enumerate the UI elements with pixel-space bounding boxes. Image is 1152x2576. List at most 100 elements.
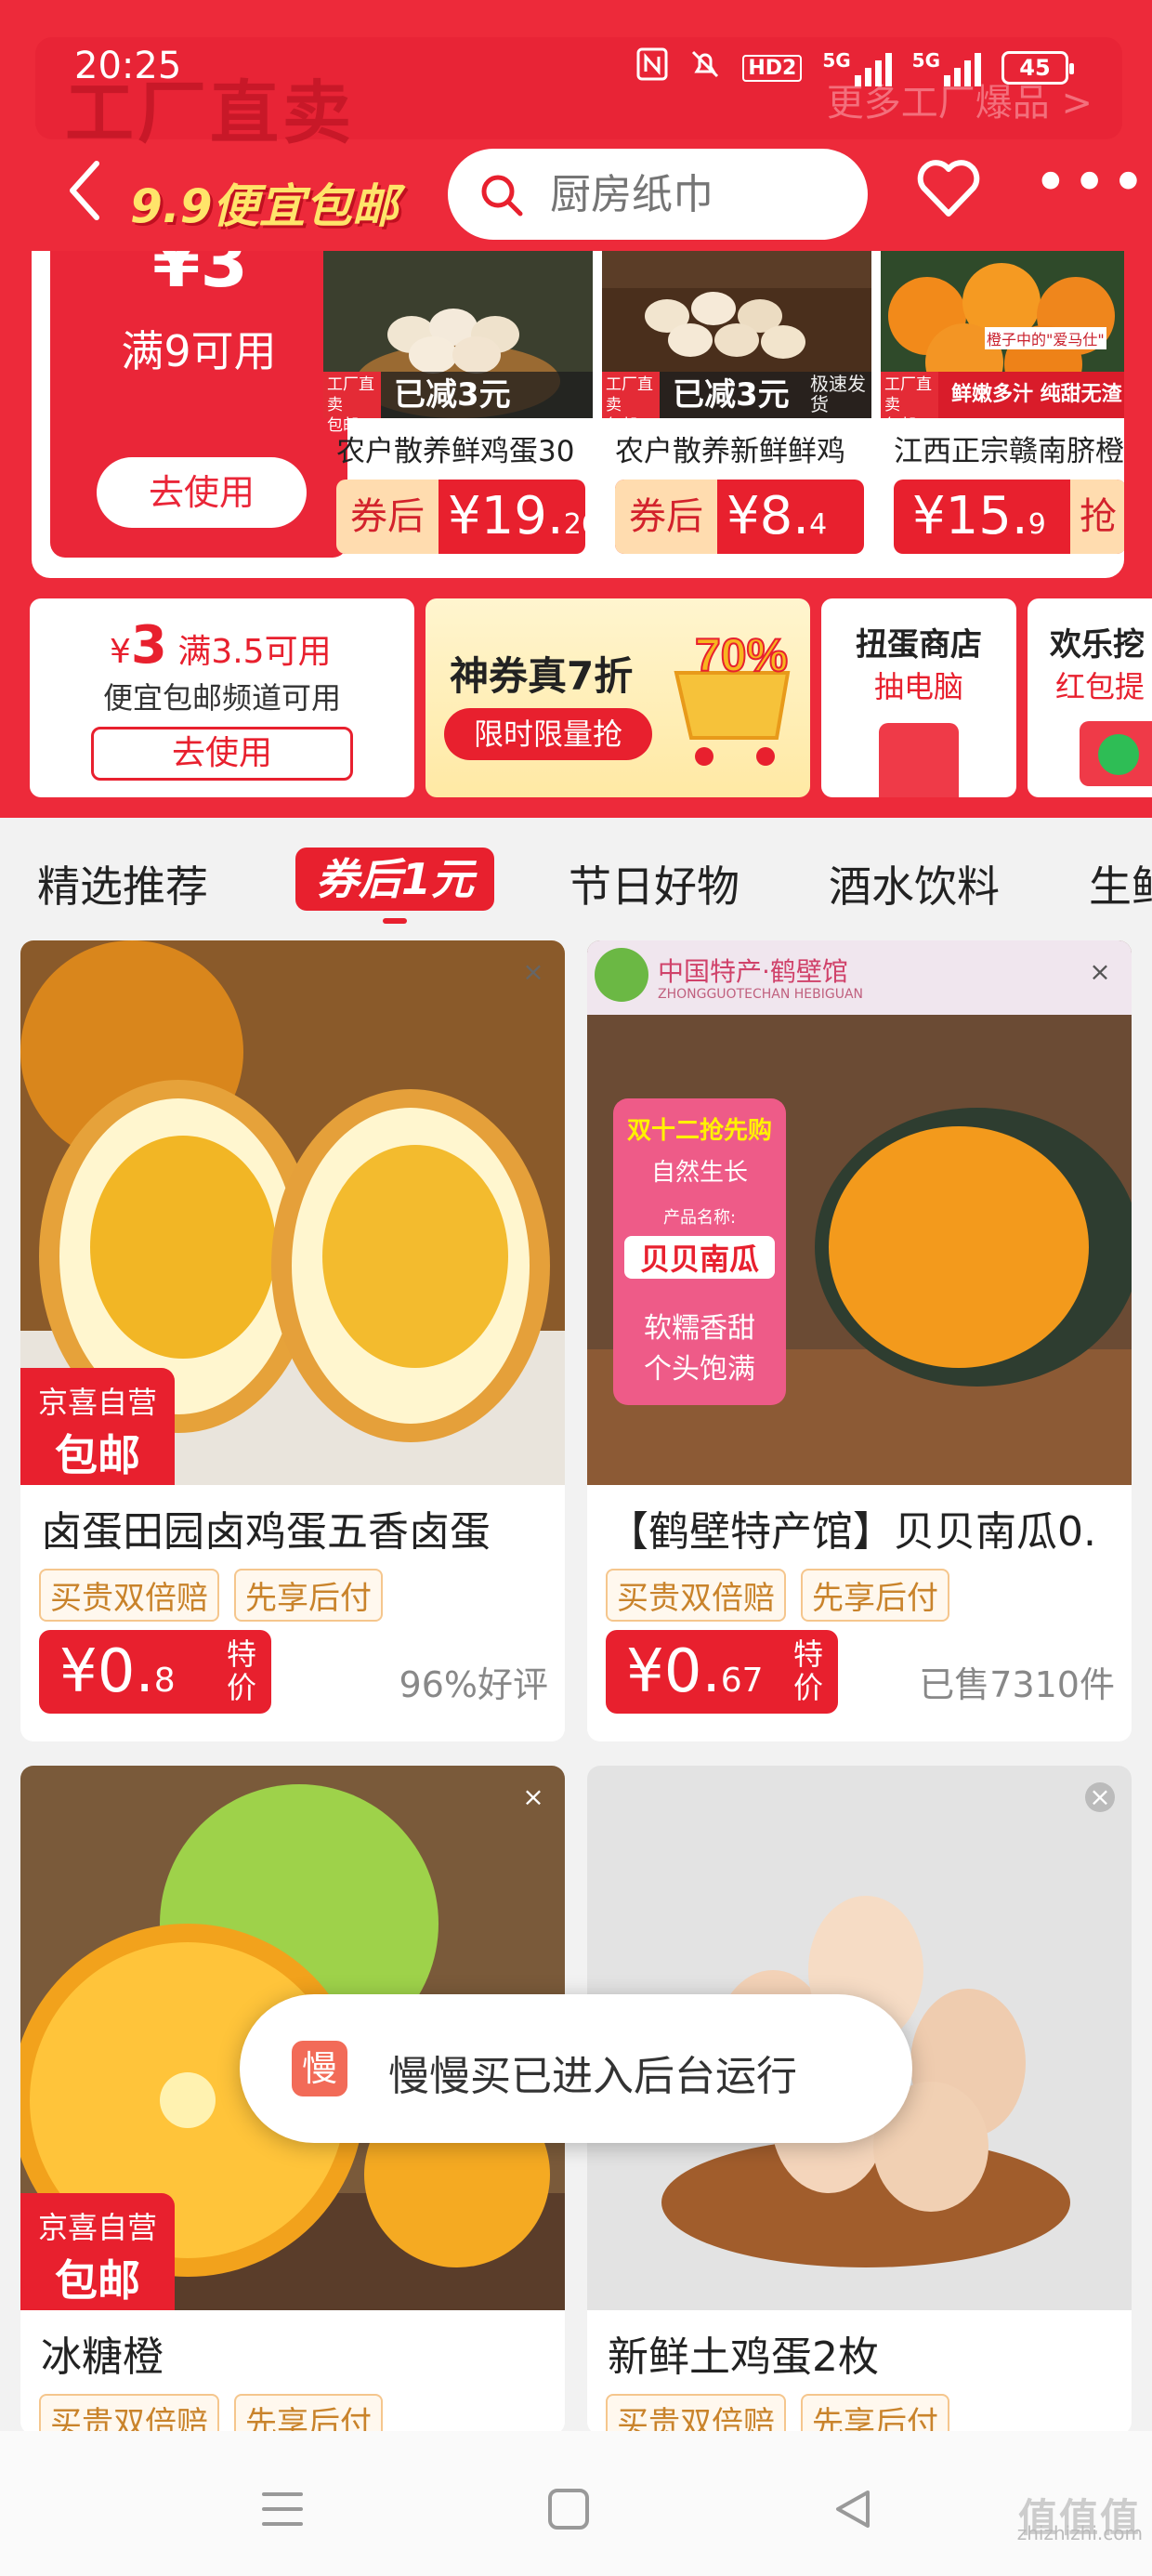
favorite-heart-icon[interactable] <box>916 160 981 223</box>
product-price: ¥0.8 <box>59 1637 176 1706</box>
super-coupon-title: 神券真7折 <box>450 653 634 699</box>
back-icon[interactable] <box>65 158 102 233</box>
pay-later-chip: 先享后付 <box>801 1569 949 1622</box>
product-price: ¥0.67 <box>626 1637 764 1706</box>
channel-title: 9.9便宜包邮 <box>130 179 399 233</box>
channel-coupon-use-button[interactable]: 去使用 <box>91 727 353 781</box>
tab-drinks[interactable]: 酒水饮料 <box>829 853 1000 914</box>
product-price: ¥15.9 <box>912 486 1046 546</box>
tab-after-coupon-1yuan[interactable]: 券后1元 <box>295 848 494 911</box>
fast-shipping-tag: 极速发货 <box>810 373 866 415</box>
battery-icon: 45 <box>1001 51 1074 85</box>
product-title: 冰糖橙 <box>41 2333 164 2381</box>
nfc-icon <box>636 47 668 88</box>
grab-label[interactable]: 抢 <box>1070 480 1124 554</box>
search-input[interactable] <box>550 165 847 223</box>
app-logo-icon: 慢 <box>292 2041 347 2096</box>
close-icon[interactable]: × <box>518 1782 548 1812</box>
happy-dig-card[interactable]: 欢乐挖 红包提 <box>1028 598 1152 797</box>
brand-subtitle: ZHONGGUOTECHAN HEBIGUAN <box>658 987 864 1002</box>
jingxi-badge: 京喜自营 包邮 <box>20 2193 175 2310</box>
coupon-products-card: ¥3 满9可用 去使用 工厂直卖 包邮 已减3元 农户散养鲜鸡蛋30 券后 ¥1… <box>32 251 1124 578</box>
close-icon[interactable]: × <box>1085 957 1115 987</box>
special-price-label: 特价 <box>792 1636 823 1705</box>
menu-icon[interactable] <box>260 2487 305 2535</box>
super-coupon-button[interactable]: 限时限量抢 <box>444 708 652 760</box>
gacha-shop-card[interactable]: 扭蛋商店 抽电脑 <box>821 598 1016 797</box>
product-image: 中国特产·鹤壁馆 ZHONGGUOTECHAN HEBIGUAN 双十二抢先购 … <box>587 940 1132 1485</box>
gacha-shop-title: 扭蛋商店 <box>856 626 982 664</box>
pay-later-chip: 先享后付 <box>234 2394 383 2435</box>
coupon-condition: 满9可用 <box>121 326 277 376</box>
top-product-eggs-30[interactable]: 工厂直卖包邮 已减3元 农户散养鲜鸡蛋30 券后 ¥19.26 <box>323 251 593 558</box>
discount-tag: 已减3元 极速发货 <box>660 372 871 418</box>
close-icon[interactable]: × <box>518 957 548 987</box>
top-nav: 9.9便宜包邮 ••• <box>0 139 1152 251</box>
coupon-amount: ¥3 <box>152 251 248 303</box>
double-refund-chip: 买贵双倍赔 <box>606 1569 786 1622</box>
product-title: 卤蛋田园卤鸡蛋五香卤蛋 <box>41 1508 491 1556</box>
price-pill: 券后 ¥8.4 <box>615 480 864 554</box>
product-name: 江西正宗赣南脐橙 <box>894 435 1124 468</box>
product-image: × 京喜自营 包邮 <box>20 940 565 1485</box>
hd-icon: HD2 <box>742 54 803 82</box>
signal-5g-2-icon: 5G <box>912 49 981 86</box>
happy-dig-title: 欢乐挖 <box>1050 626 1145 664</box>
search-bar[interactable] <box>448 149 868 240</box>
double-refund-chip: 买贵双倍赔 <box>606 2394 786 2435</box>
feed-card-pumpkin[interactable]: 中国特产·鹤壁馆 ZHONGGUOTECHAN HEBIGUAN 双十二抢先购 … <box>587 940 1132 1741</box>
coupon-use-button[interactable]: 去使用 <box>97 457 307 528</box>
after-coupon-label: 券后 <box>336 480 439 554</box>
feed-card-braised-egg[interactable]: × 京喜自营 包邮 卤蛋田园卤鸡蛋五香卤蛋 买贵双倍赔 先享后付 ¥0.8 特价… <box>20 940 565 1741</box>
product-title: 【鹤壁特产馆】贝贝南瓜0. <box>608 1508 1096 1556</box>
status-bar: 20:25 HD2 5G 5G 45 <box>0 37 1152 104</box>
double-refund-chip: 买贵双倍赔 <box>39 2394 219 2435</box>
top-product-eggs[interactable]: 工厂直卖 包邮 已减3元 极速发货 农户散养新鲜鲜鸡 券后 ¥8.4 <box>602 251 871 558</box>
double-refund-chip: 买贵双倍赔 <box>39 1569 219 1622</box>
svg-text:70%: 70% <box>695 629 788 681</box>
product-sold-count: 已售7310件 <box>919 1664 1115 1705</box>
system-nav-bar <box>0 2431 1152 2576</box>
tab-selected-recommend[interactable]: 精选推荐 <box>37 853 208 914</box>
price-tag: ¥0.67 特价 <box>606 1630 838 1714</box>
product-overlay-text: 橙子中的"爱马仕" <box>985 327 1106 349</box>
back-triangle-icon[interactable] <box>831 2487 875 2535</box>
top-product-oranges[interactable]: 橙子中的"爱马仕" 工厂直卖 包邮 鲜嫩多汁 纯甜无渣 江西正宗赣南脐橙 ¥15.… <box>881 251 1124 558</box>
happy-dig-sub: 红包提 <box>1055 669 1145 704</box>
product-rating: 96%好评 <box>399 1664 548 1705</box>
wechat-icon <box>1080 721 1152 786</box>
search-icon <box>481 175 523 217</box>
tab-holiday-goods[interactable]: 节日好物 <box>569 853 740 914</box>
toast-message: 慢慢买已进入后台运行 <box>388 2053 797 2100</box>
product-price: ¥8.4 <box>727 486 828 546</box>
factory-tag: 工厂直卖 包邮 <box>323 372 381 435</box>
mute-bell-icon <box>688 47 722 88</box>
brand-title: 中国特产·鹤壁馆 <box>658 956 848 987</box>
product-name: 农户散养鲜鸡蛋30 <box>336 435 575 468</box>
product-price: ¥19.26 <box>448 486 585 546</box>
shopping-cart-icon: 70% <box>658 626 806 775</box>
factory-tag: 工厂直卖 包邮 <box>881 372 938 435</box>
tab-fresh[interactable]: 生鲜 <box>1089 853 1152 914</box>
channel-coupon-amount: ¥3 满3.5可用 <box>110 615 332 676</box>
active-tab-indicator <box>383 918 407 924</box>
home-icon[interactable] <box>546 2487 591 2535</box>
coupon-card: ¥3 满9可用 去使用 <box>50 251 347 558</box>
watermark-url: zhizhizhi.com <box>1016 2522 1143 2544</box>
promo-panel: 双十二抢先购 自然生长 产品名称: 贝贝南瓜 软糯香甜 个头饱满 <box>613 1098 786 1405</box>
background-running-toast: 慢 慢慢买已进入后台运行 <box>240 1994 912 2143</box>
super-coupon-banner[interactable]: 神券真7折 限时限量抢 70% <box>425 598 810 797</box>
product-title: 新鲜土鸡蛋2枚 <box>608 2333 879 2381</box>
special-price-label: 特价 <box>226 1636 256 1705</box>
red-envelope-icon <box>879 723 959 797</box>
more-dots-icon[interactable]: ••• <box>1033 153 1149 213</box>
after-coupon-label: 券后 <box>615 480 717 554</box>
gacha-shop-sub: 抽电脑 <box>873 669 963 704</box>
channel-coupon-desc: 便宜包邮频道可用 <box>102 680 341 716</box>
jingxi-badge: 京喜自营 包邮 <box>20 1368 175 1485</box>
channel-coupon: ¥3 满3.5可用 便宜包邮频道可用 去使用 <box>30 598 414 797</box>
pay-later-chip: 先享后付 <box>234 1569 383 1622</box>
factory-tag: 工厂直卖 包邮 <box>602 372 660 435</box>
close-icon[interactable]: × <box>1085 1782 1115 1812</box>
category-tabs: 精选推荐 券后1元 节日好物 酒水饮料 生鲜 <box>0 818 1152 939</box>
